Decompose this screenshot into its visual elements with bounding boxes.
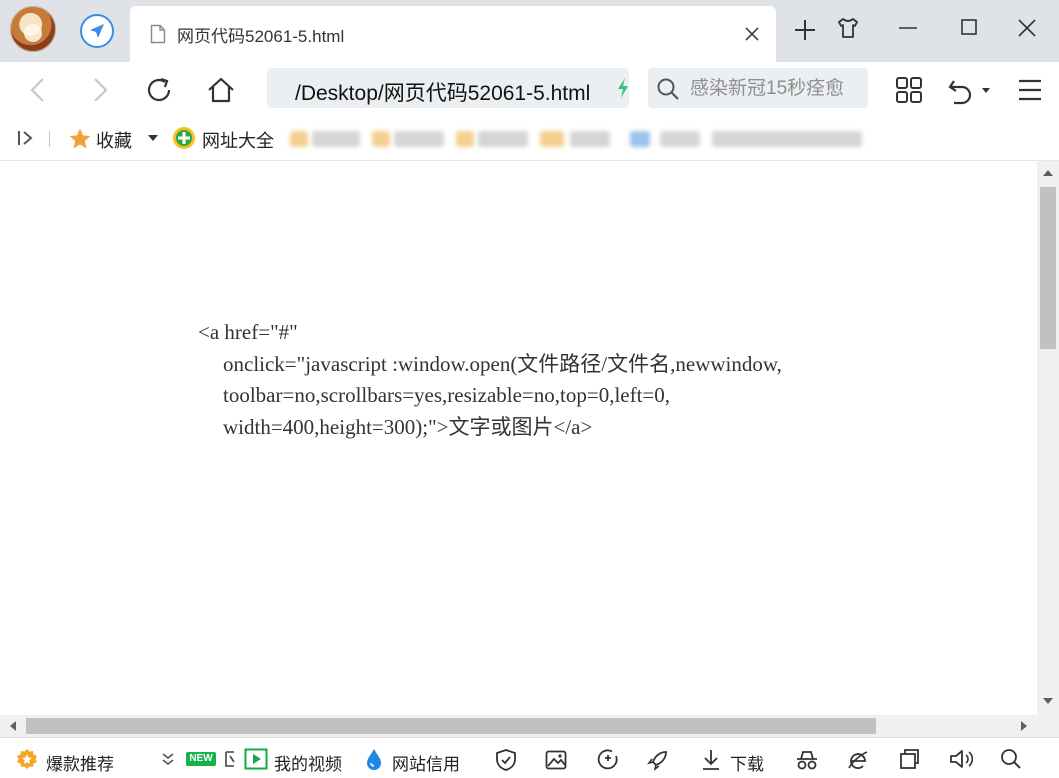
code-line: width=400,height=300);">文字或图片</a> — [223, 414, 593, 439]
tab-title: 网页代码52061-5.html — [177, 27, 345, 46]
toolbar: /Desktop/网页代码52061-5.html — [0, 62, 1059, 118]
download-label[interactable]: 下载 — [730, 750, 764, 775]
window-restore-icon[interactable] — [898, 748, 920, 770]
bookmark-site-icon[interactable] — [630, 131, 650, 147]
horizontal-scrollbar[interactable] — [0, 715, 1037, 737]
refresh-icon[interactable] — [144, 75, 174, 105]
search-icon[interactable] — [656, 77, 680, 101]
menu-icon[interactable] — [1015, 75, 1045, 105]
plus-icon[interactable] — [793, 18, 817, 42]
bookmark-folder-icon[interactable] — [372, 131, 390, 147]
tab-strip: 网页代码52061-5.html — [0, 0, 1059, 62]
bookmark-item-blurred[interactable] — [312, 131, 360, 147]
bookmark-item-blurred[interactable] — [570, 131, 610, 147]
bolt-icon[interactable] — [617, 78, 629, 98]
volume-icon[interactable] — [948, 748, 974, 770]
hot-recommend-label[interactable]: 爆款推荐 — [46, 750, 114, 775]
water-drop-icon[interactable] — [364, 748, 384, 772]
status-bar: 爆款推荐 NEW 我的视频 网站信用 下载 — [0, 737, 1059, 778]
back-icon[interactable] — [24, 75, 54, 105]
navigation-icon[interactable] — [80, 14, 114, 48]
minimize-icon[interactable] — [892, 14, 924, 42]
sidebar-collapse-icon[interactable] — [14, 128, 38, 148]
scroll-down-icon[interactable] — [1037, 695, 1059, 707]
search-input[interactable] — [688, 75, 867, 103]
close-icon — [745, 27, 759, 41]
my-video-label[interactable]: 我的视频 — [274, 750, 342, 775]
code-snippet: <a href="#" onclick="javascript :window.… — [198, 317, 898, 443]
user-avatar[interactable] — [10, 6, 56, 52]
maximize-icon[interactable] — [953, 14, 985, 42]
star-icon[interactable] — [68, 127, 92, 151]
vertical-scroll-thumb[interactable] — [1040, 187, 1056, 349]
bookmark-folder-icon[interactable] — [456, 131, 474, 147]
ie-compat-icon[interactable] — [846, 748, 870, 772]
code-line: onclick="javascript :window.open(文件路径/文件… — [223, 351, 782, 376]
bookmark-item-blurred[interactable] — [478, 131, 528, 147]
video-play-icon[interactable] — [244, 748, 268, 770]
hot-badge-icon[interactable] — [16, 748, 38, 770]
undo-icon[interactable] — [946, 75, 994, 105]
vertical-scrollbar[interactable] — [1037, 161, 1059, 715]
window-close-icon[interactable] — [1011, 14, 1043, 42]
speed-boost-icon[interactable] — [596, 748, 620, 772]
tab-close-button[interactable] — [742, 24, 762, 44]
bookmark-item-blurred[interactable] — [660, 131, 700, 147]
download-icon[interactable] — [700, 748, 722, 772]
scrollbar-corner — [1037, 715, 1059, 737]
code-line: toolbar=no,scrollbars=yes,resizable=no,t… — [223, 383, 671, 407]
favorites-label[interactable]: 收藏 — [96, 127, 132, 153]
page-content: <a href="#" onclick="javascript :window.… — [0, 161, 1037, 715]
search-box[interactable] — [648, 68, 868, 108]
active-tab[interactable]: 网页代码52061-5.html — [130, 6, 776, 62]
zoom-icon[interactable] — [1000, 748, 1022, 770]
new-badge: NEW — [186, 752, 216, 766]
bookmark-item-blurred[interactable] — [394, 131, 444, 147]
home-icon[interactable] — [206, 75, 236, 105]
scroll-up-icon[interactable] — [1037, 167, 1059, 179]
address-url[interactable]: /Desktop/网页代码52061-5.html — [295, 77, 590, 107]
forward-icon[interactable] — [84, 75, 114, 105]
incognito-icon[interactable] — [794, 748, 820, 772]
horizontal-scroll-thumb[interactable] — [26, 718, 876, 734]
double-chevron-down-icon[interactable] — [160, 751, 176, 767]
site-credit-label[interactable]: 网站信用 — [392, 750, 460, 775]
shirt-icon[interactable] — [836, 16, 860, 40]
scroll-right-icon[interactable] — [1018, 719, 1030, 733]
image-icon[interactable] — [544, 748, 568, 772]
bookmarks-divider — [49, 131, 50, 147]
apps-grid-icon[interactable] — [894, 75, 924, 105]
address-bar[interactable]: /Desktop/网页代码52061-5.html — [267, 68, 629, 108]
scroll-left-icon[interactable] — [7, 719, 19, 733]
site-nav-icon[interactable] — [172, 126, 196, 150]
rocket-icon[interactable] — [646, 748, 670, 772]
page-icon — [150, 24, 166, 44]
news-icon[interactable] — [224, 750, 238, 768]
shield-icon[interactable] — [494, 748, 518, 772]
bookmark-item-blurred[interactable] — [712, 131, 862, 147]
bookmarks-bar: 收藏 网址大全 — [0, 118, 1059, 161]
chevron-down-icon[interactable] — [147, 134, 159, 142]
site-nav-label[interactable]: 网址大全 — [202, 127, 274, 153]
code-line: <a href="#" — [198, 320, 298, 344]
bookmark-folder-icon[interactable] — [290, 131, 308, 147]
bookmark-folder-icon[interactable] — [540, 131, 564, 147]
